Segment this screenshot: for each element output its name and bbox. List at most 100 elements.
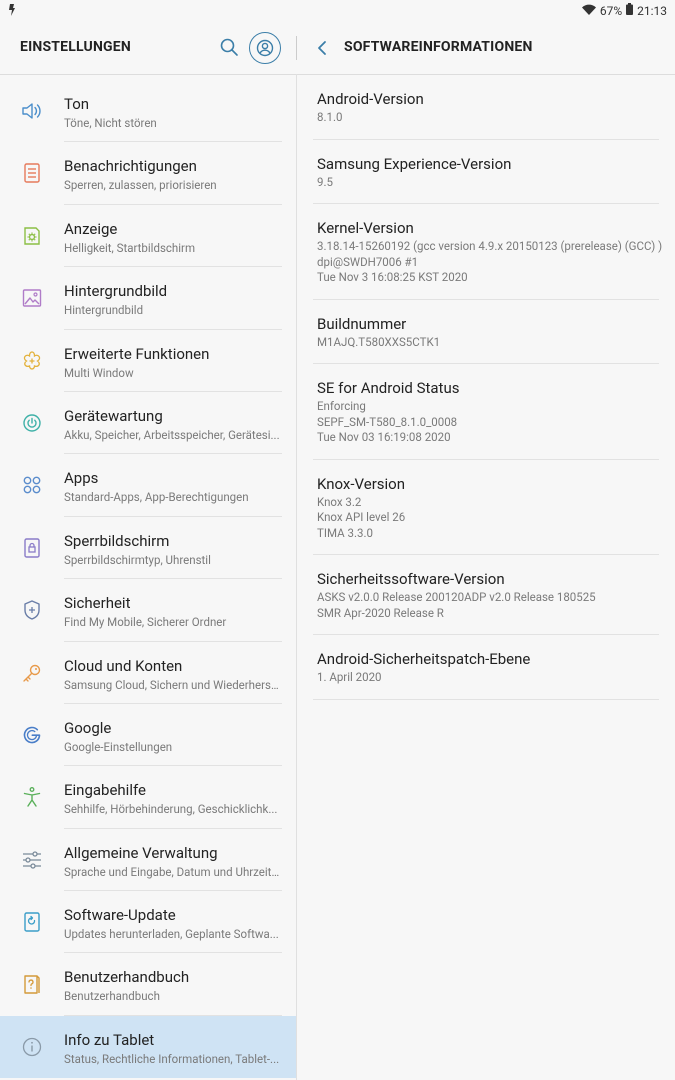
- info-item-samsung-experience-version[interactable]: Samsung Experience-Version 9.5: [297, 140, 675, 204]
- sound-icon: [20, 99, 44, 123]
- software-info-header: SOFTWAREINFORMATIONEN: [297, 22, 675, 75]
- menu-item-subtitle: Sehhilfe, Hörbehinderung, Geschicklichk.…: [64, 802, 278, 817]
- menu-item-title: Benachrichtigungen: [64, 157, 197, 176]
- account-icon: [256, 39, 274, 57]
- info-item-kernel-version[interactable]: Kernel-Version 3.18.14-15260192 (gcc vers…: [297, 204, 675, 300]
- settings-header: EINSTELLUNGEN: [0, 22, 296, 75]
- info-item-value: Knox API level 26: [317, 510, 406, 524]
- menu-item-anzeige[interactable]: Anzeige Helligkeit, Startbildschirm: [0, 205, 296, 268]
- info-item-value: TIMA 3.3.0: [317, 525, 373, 540]
- info-item-title: SE for Android Status: [317, 379, 460, 397]
- info-item-buildnummer[interactable]: Buildnummer M1AJQ.T580XXS5CTK1: [297, 300, 675, 364]
- notification-icon: [8, 4, 16, 19]
- info-item-title: Knox-Version: [317, 474, 406, 493]
- info-icon: [20, 1035, 44, 1059]
- menu-item-sicherheit[interactable]: Sicherheit Find My Mobile, Sicherer Ordne…: [0, 579, 296, 642]
- software-info-panel: Android-Version 8.1.0 Samsung Experience-V…: [297, 75, 675, 1080]
- info-item-title: Buildnummer: [317, 314, 407, 333]
- clock: 21:13: [637, 3, 667, 18]
- info-item-value: 9.5: [317, 174, 333, 189]
- info-item-value: ASKS v2.0.0 Release 200120ADP v2.0 Relea…: [317, 590, 596, 604]
- menu-item-subtitle: Benutzerhandbuch: [64, 989, 160, 1004]
- menu-item-sperrbildschirm[interactable]: Sperrbildschirm Sperrbildschirmtyp, Uhren…: [0, 517, 296, 580]
- menu-item-title: Gerätewartung: [64, 406, 163, 425]
- info-item-value: Enforcing: [317, 399, 366, 413]
- info-item-se-for-android-status[interactable]: SE for Android Status Enforcing SEPF_SM-T5…: [297, 364, 675, 460]
- info-item-value: Tue Nov 03 16:19:08 2020: [317, 430, 451, 444]
- google-icon: [20, 723, 44, 747]
- apps-icon: [20, 473, 44, 497]
- menu-item-title: Apps: [64, 469, 99, 488]
- user-manual-icon: [20, 972, 44, 996]
- info-item-title: Android-Version: [317, 90, 424, 108]
- menu-item-google[interactable]: Google Google-Einstellungen: [0, 704, 296, 767]
- menu-item-cloud-und-konten[interactable]: Cloud und Konten Samsung Cloud, Sichern u…: [0, 642, 296, 704]
- info-item-title: Android-Sicherheitspatch-Ebene: [317, 650, 531, 668]
- info-item-title: Kernel-Version: [317, 219, 414, 237]
- status-bar: 67% 21:13: [0, 0, 675, 22]
- security-icon: [20, 598, 44, 622]
- menu-item-subtitle: Updates herunterladen, Geplante Softwa..…: [64, 927, 279, 942]
- menu-item-subtitle: Find My Mobile, Sicherer Ordner: [64, 615, 227, 630]
- accessibility-icon: [20, 785, 44, 809]
- info-item-title: Sicherheitssoftware-Version: [317, 570, 505, 588]
- menu-item-title: Hintergrundbild: [64, 282, 168, 301]
- battery-icon: [626, 3, 634, 18]
- settings-title: EINSTELLUNGEN: [20, 39, 131, 55]
- menu-item-benachrichtigungen[interactable]: Benachrichtigungen Sperren, zulassen, pri…: [0, 142, 296, 205]
- search-icon: [220, 38, 238, 56]
- menu-item-subtitle: Google-Einstellungen: [64, 739, 173, 754]
- menu-item-subtitle: Sprache und Eingabe, Datum und Uhrzeit..…: [64, 864, 280, 879]
- info-item-value: 3.18.14-15260192 (gcc version 4.9.x 2015…: [317, 239, 663, 253]
- menu-item-title: Erweiterte Funktionen: [64, 344, 210, 363]
- info-item-value: 1. April 2020: [317, 670, 382, 684]
- menu-item-allgemeine-verwaltung[interactable]: Allgemeine Verwaltung Sprache und Eingabe…: [0, 829, 296, 892]
- menu-item-subtitle: Sperren, zulassen, priorisieren: [64, 178, 217, 193]
- sliders-icon: [20, 848, 44, 872]
- menu-item-ton[interactable]: Ton Töne, Nicht stören: [0, 80, 296, 143]
- menu-item-eingabehilfe[interactable]: Eingabehilfe Sehhilfe, Hörbehinderung, Ge…: [0, 766, 296, 829]
- account-button[interactable]: [249, 32, 281, 64]
- menu-item-subtitle: Töne, Nicht stören: [64, 116, 157, 130]
- device-care-icon: [20, 411, 44, 435]
- menu-item-erweiterte-funktionen[interactable]: Erweiterte Funktionen Multi Window: [0, 330, 296, 392]
- menu-item-subtitle: Status, Rechtliche Informationen, Tablet…: [64, 1051, 280, 1066]
- menu-item-title: Anzeige: [64, 219, 118, 238]
- menu-item-gerätewartung[interactable]: Gerätewartung Akku, Speicher, Arbeitsspei…: [0, 392, 296, 455]
- wifi-icon: [581, 4, 596, 18]
- back-button[interactable]: [313, 38, 333, 58]
- menu-item-subtitle: Helligkeit, Startbildschirm: [64, 240, 196, 255]
- menu-item-hintergrundbild[interactable]: Hintergrundbild Hintergrundbild: [0, 267, 296, 330]
- info-item-android-sicherheitspatch-ebene[interactable]: Android-Sicherheitspatch-Ebene 1. April 2…: [297, 635, 675, 700]
- menu-item-subtitle: Sperrbildschirmtyp, Uhrenstil: [64, 552, 211, 567]
- menu-item-subtitle: Multi Window: [64, 365, 134, 380]
- menu-item-title: Allgemeine Verwaltung: [64, 843, 218, 862]
- info-item-value: 8.1.0: [317, 110, 343, 124]
- info-item-value: SMR Apr-2020 Release R: [317, 605, 444, 620]
- menu-item-title: Cloud und Konten: [64, 656, 183, 675]
- menu-item-subtitle: Akku, Speicher, Arbeitsspeicher, Gerätes…: [64, 427, 280, 442]
- info-item-value: M1AJQ.T580XXS5CTK1: [317, 334, 441, 349]
- menu-item-software-update[interactable]: Software-Update Updates herunterladen, Ge…: [0, 891, 296, 954]
- menu-item-apps[interactable]: Apps Standard-Apps, App-Berechtigungen: [0, 454, 296, 517]
- advanced-features-icon: [20, 349, 44, 373]
- menu-item-title: Eingabehilfe: [64, 781, 146, 800]
- info-item-value: dpi@SWDH7006 #1: [317, 254, 419, 269]
- info-item-knox-version[interactable]: Knox-Version Knox 3.2 Knox API level 26 TIM…: [297, 460, 675, 555]
- info-item-sicherheitssoftware-version[interactable]: Sicherheitssoftware-Version ASKS v2.0.0 R…: [297, 555, 675, 635]
- menu-item-title: Google: [64, 718, 112, 737]
- menu-item-benutzerhandbuch[interactable]: Benutzerhandbuch Benutzerhandbuch: [0, 953, 296, 1016]
- menu-item-info-zu-tablet[interactable]: Info zu Tablet Status, Rechtliche Informa…: [0, 1015, 296, 1079]
- menu-item-subtitle: Standard-Apps, App-Berechtigungen: [64, 490, 249, 505]
- divider: [313, 698, 659, 700]
- menu-item-title: Software-Update: [64, 906, 176, 925]
- search-button[interactable]: [218, 36, 240, 58]
- chevron-left-icon: [318, 41, 326, 55]
- key-icon: [20, 661, 44, 685]
- menu-item-title: Sperrbildschirm: [64, 531, 170, 550]
- info-item-value: Tue Nov 3 16:08:25 KST 2020: [317, 270, 468, 284]
- menu-item-title: Benutzerhandbuch: [64, 968, 190, 987]
- info-item-android-version[interactable]: Android-Version 8.1.0: [297, 75, 675, 140]
- info-item-value: SEPF_SM-T580_8.1.0_0008: [317, 414, 458, 429]
- menu-item-title: Info zu Tablet: [64, 1030, 155, 1049]
